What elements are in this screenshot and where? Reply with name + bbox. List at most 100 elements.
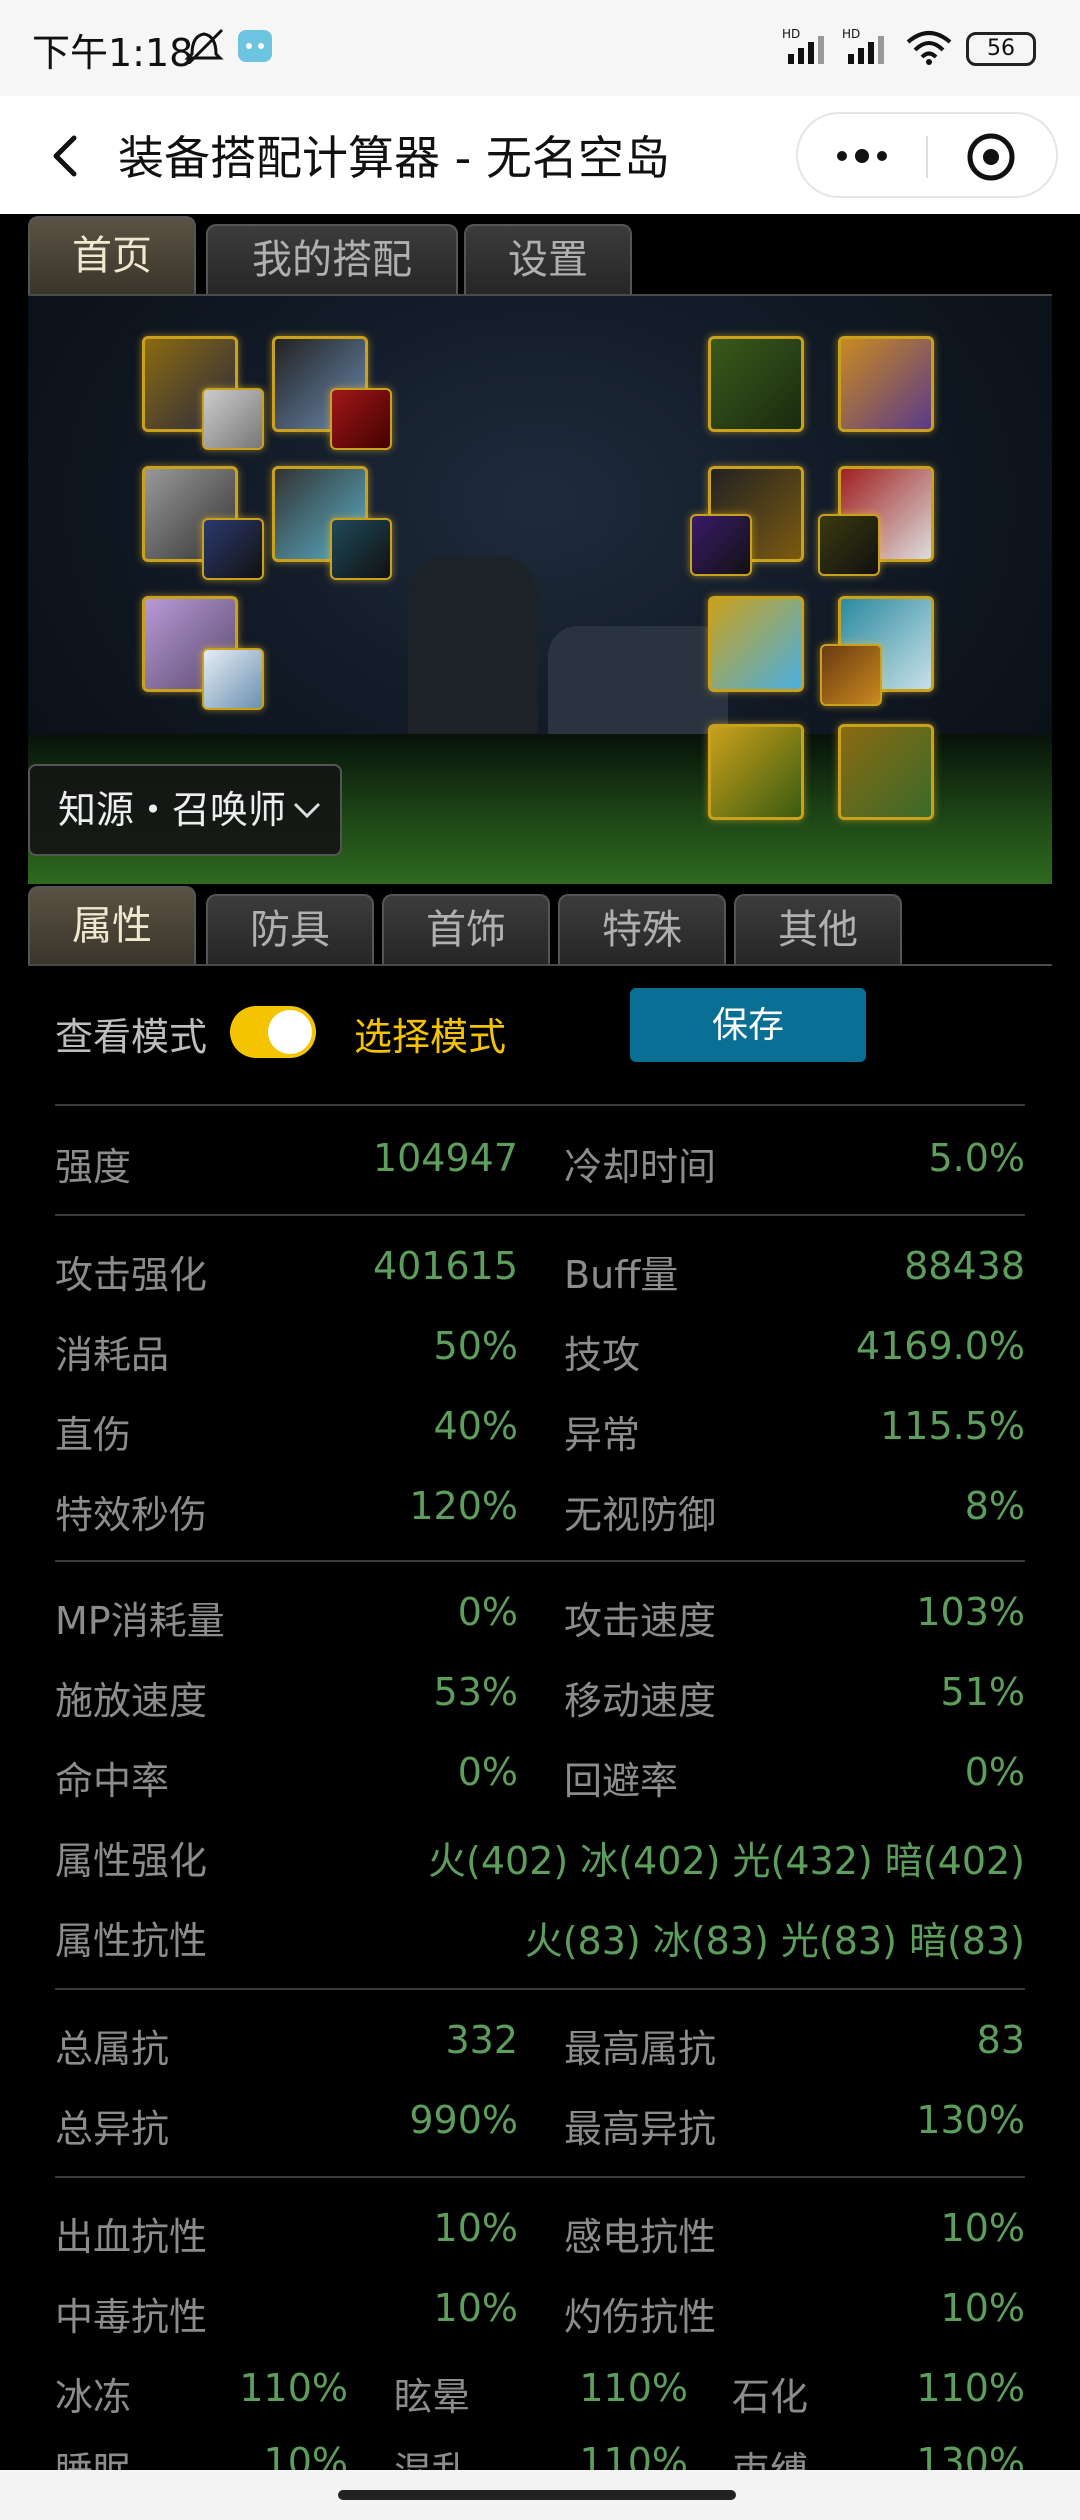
stat-label: 无视防御	[564, 1493, 717, 1537]
stat-cooldown-value: 5.0%	[928, 1136, 1025, 1180]
mode-toggle[interactable]	[230, 1006, 316, 1058]
stat-value: 50%	[433, 1324, 518, 1368]
stat-element-boost-value: 火(402) 冰(402) 光(432) 暗(402)	[428, 1839, 1025, 1883]
tab-other[interactable]: 其他	[734, 894, 902, 964]
stat-label: 冰冻	[55, 2375, 132, 2419]
equip-slot-emblem[interactable]	[690, 514, 752, 576]
stat-value: 332	[445, 2018, 518, 2062]
stat-value: 4169.0%	[855, 1324, 1025, 1368]
home-indicator[interactable]	[338, 2490, 736, 2500]
stat-label: 最高异抗	[564, 2107, 717, 2151]
tab-accessories[interactable]: 首饰	[382, 894, 550, 964]
tab-my-builds[interactable]: 我的搭配	[206, 224, 458, 294]
stat-label: 命中率	[55, 1759, 170, 1803]
stat-label: 感电抗性	[564, 2215, 717, 2259]
more-options-icon[interactable]	[830, 136, 894, 176]
tab-settings[interactable]: 设置	[464, 224, 632, 294]
stat-label: 石化	[732, 2375, 809, 2419]
stat-label: 灼伤抗性	[564, 2295, 717, 2339]
class-name: 知源・召唤师	[58, 788, 287, 832]
stat-value: 115.5%	[880, 1404, 1025, 1448]
divider	[55, 1214, 1025, 1216]
equipment-panel: 知源・召唤师	[28, 296, 1052, 884]
stat-label: Buff量	[564, 1253, 679, 1297]
stat-label: 回避率	[564, 1759, 679, 1803]
battery-level: 56	[987, 36, 1015, 61]
svg-text:HD: HD	[782, 27, 800, 41]
stat-label: 施放速度	[55, 1679, 208, 1723]
equip-slot-belt[interactable]	[330, 518, 392, 580]
stat-value: 990%	[409, 2098, 518, 2142]
stat-value: 120%	[409, 1484, 518, 1528]
equip-slot-sub[interactable]	[202, 388, 264, 450]
capsule-divider	[926, 136, 928, 178]
tab-home[interactable]: 首页	[28, 216, 196, 294]
stat-value: 110%	[239, 2366, 348, 2410]
equip-slot-shoes[interactable]	[202, 648, 264, 710]
stat-value: 83	[976, 2018, 1025, 2062]
home-indicator-bar	[0, 2470, 1080, 2520]
tab-armor[interactable]: 防具	[206, 894, 374, 964]
stat-label: 技攻	[564, 1333, 641, 1377]
equip-slot-flag[interactable]	[838, 724, 934, 820]
equip-slot-artifact[interactable]	[820, 644, 882, 706]
stat-strength-value: 104947	[372, 1136, 518, 1180]
divider	[55, 2176, 1025, 2178]
equip-slot-title[interactable]	[330, 388, 392, 450]
stat-value: 401615	[372, 1244, 518, 1288]
stat-element-resist-label: 属性抗性	[55, 1919, 208, 1963]
stat-value: 103%	[916, 1590, 1025, 1634]
stat-value: 88438	[904, 1244, 1025, 1288]
stat-value: 40%	[433, 1404, 518, 1448]
main-tab-bar: 首页 我的搭配 设置	[28, 216, 1052, 296]
view-mode-label: 查看模式	[55, 1015, 208, 1059]
mini-program-capsule	[796, 112, 1058, 198]
equip-slot-orb[interactable]	[708, 724, 804, 820]
stat-value: 10%	[940, 2206, 1025, 2250]
equip-slot-pants[interactable]	[202, 518, 264, 580]
stat-label: MP消耗量	[55, 1599, 225, 1643]
save-button[interactable]: 保存	[630, 988, 866, 1062]
stat-label: 总属抗	[55, 2027, 170, 2071]
page-title: 装备搭配计算器 - 无名空岛	[118, 131, 670, 185]
equip-slot-earring[interactable]	[818, 514, 880, 576]
status-bar: 下午1:18 HD HD 56	[0, 0, 1080, 96]
class-selector[interactable]: 知源・召唤师	[28, 764, 342, 856]
wifi-icon	[906, 31, 952, 65]
stat-tab-bar: 属性 防具 首饰 特殊 其他	[28, 886, 1052, 966]
tab-special[interactable]: 特殊	[558, 894, 726, 964]
stat-label: 直伤	[55, 1413, 132, 1457]
stat-label: 攻击速度	[564, 1599, 717, 1643]
equip-slot-support[interactable]	[708, 596, 804, 692]
stat-label: 特效秒伤	[55, 1493, 208, 1537]
stat-label: 异常	[564, 1413, 641, 1457]
stat-label: 移动速度	[564, 1679, 717, 1723]
nav-bar: 装备搭配计算器 - 无名空岛	[0, 96, 1080, 214]
stat-cooldown-label: 冷却时间	[564, 1145, 717, 1189]
signal-hd-icon: HD	[782, 27, 824, 64]
tab-attributes[interactable]: 属性	[28, 886, 196, 964]
back-arrow-icon[interactable]	[38, 126, 98, 186]
equip-slot-necklace[interactable]	[838, 336, 934, 432]
close-target-icon[interactable]	[966, 132, 1016, 182]
stat-label: 眩晕	[394, 2375, 471, 2419]
equip-slot-pet[interactable]	[708, 336, 804, 432]
stat-value: 130%	[916, 2098, 1025, 2142]
chevron-down-icon	[293, 802, 321, 819]
stat-value: 110%	[579, 2366, 688, 2410]
stat-element-resist-value: 火(83) 冰(83) 光(83) 暗(83)	[524, 1919, 1025, 1963]
divider	[55, 1104, 1025, 1106]
notification-mute-icon	[184, 28, 224, 64]
stat-value: 10%	[940, 2286, 1025, 2330]
status-time: 下午1:18	[32, 31, 194, 75]
stat-value: 53%	[433, 1670, 518, 1714]
svg-text:HD: HD	[842, 27, 860, 41]
stat-label: 出血抗性	[55, 2215, 208, 2259]
stat-value: 0%	[964, 1750, 1025, 1794]
toggle-knob	[268, 1010, 312, 1054]
select-mode-label: 选择模式	[354, 1015, 507, 1059]
divider	[55, 1560, 1025, 1562]
stat-value: 8%	[964, 1484, 1025, 1528]
divider	[55, 1988, 1025, 1990]
app-notification-icon	[238, 30, 272, 62]
